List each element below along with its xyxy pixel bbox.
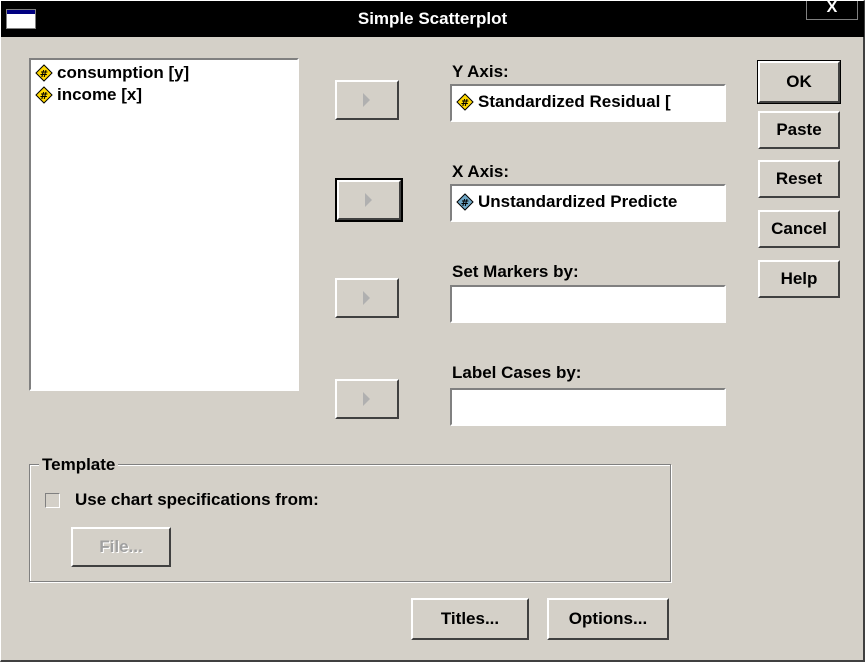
right-arrow-icon xyxy=(363,392,370,406)
set-markers-label: Set Markers by: xyxy=(452,262,579,281)
numeric-scale-icon: # xyxy=(456,193,474,211)
x-axis-label: X Axis: xyxy=(452,162,510,181)
set-markers-field[interactable] xyxy=(450,285,726,323)
paste-button[interactable]: Paste xyxy=(758,111,840,149)
file-button[interactable]: File... xyxy=(71,527,171,567)
move-to-x-axis-button[interactable] xyxy=(335,178,403,222)
window-title: Simple Scatterplot xyxy=(357,9,508,28)
title-bar[interactable]: Simple Scatterplot X xyxy=(1,0,864,37)
x-axis-value: Unstandardized Predicte xyxy=(478,192,678,211)
svg-text:#: # xyxy=(40,69,48,80)
right-arrow-icon xyxy=(363,291,370,305)
label-cases-label: Label Cases by: xyxy=(452,363,582,382)
source-variable-list[interactable]: # consumption [y] # income [x] xyxy=(29,58,299,391)
template-group-title: Template xyxy=(39,455,119,475)
y-axis-value: Standardized Residual [ xyxy=(478,92,671,111)
numeric-ruler-icon: # xyxy=(456,93,474,111)
simple-scatterplot-dialog: Simple Scatterplot X # consumption [y] #… xyxy=(0,0,865,662)
variable-item-consumption[interactable]: # consumption [y] xyxy=(35,62,189,84)
variable-label: income [x] xyxy=(57,85,143,104)
y-axis-label: Y Axis: xyxy=(452,62,509,81)
numeric-ruler-icon: # xyxy=(35,64,53,82)
help-button[interactable]: Help xyxy=(758,260,840,298)
variable-label: consumption [y] xyxy=(57,63,190,82)
move-to-label-cases-button[interactable] xyxy=(335,379,399,419)
close-button[interactable]: X xyxy=(806,0,858,20)
numeric-ruler-icon: # xyxy=(35,86,53,104)
options-button[interactable]: Options... xyxy=(547,598,669,640)
x-axis-field[interactable]: # Unstandardized Predicte xyxy=(450,184,726,222)
ok-button[interactable]: OK xyxy=(757,60,841,104)
cancel-button[interactable]: Cancel xyxy=(758,210,840,248)
titles-button[interactable]: Titles... xyxy=(411,598,529,640)
reset-button[interactable]: Reset xyxy=(758,160,840,198)
move-to-y-axis-button[interactable] xyxy=(335,80,399,120)
right-arrow-icon xyxy=(363,93,370,107)
y-axis-field[interactable]: # Standardized Residual [ xyxy=(450,84,726,122)
svg-text:#: # xyxy=(461,198,469,209)
svg-text:#: # xyxy=(40,91,48,102)
use-chart-spec-label[interactable]: Use chart specifications from: xyxy=(75,490,319,510)
variable-item-income[interactable]: # income [x] xyxy=(35,84,142,106)
right-arrow-icon xyxy=(365,193,372,207)
move-to-markers-button[interactable] xyxy=(335,278,399,318)
svg-text:#: # xyxy=(461,98,469,109)
label-cases-field[interactable] xyxy=(450,388,726,426)
use-chart-spec-checkbox[interactable] xyxy=(45,493,60,508)
